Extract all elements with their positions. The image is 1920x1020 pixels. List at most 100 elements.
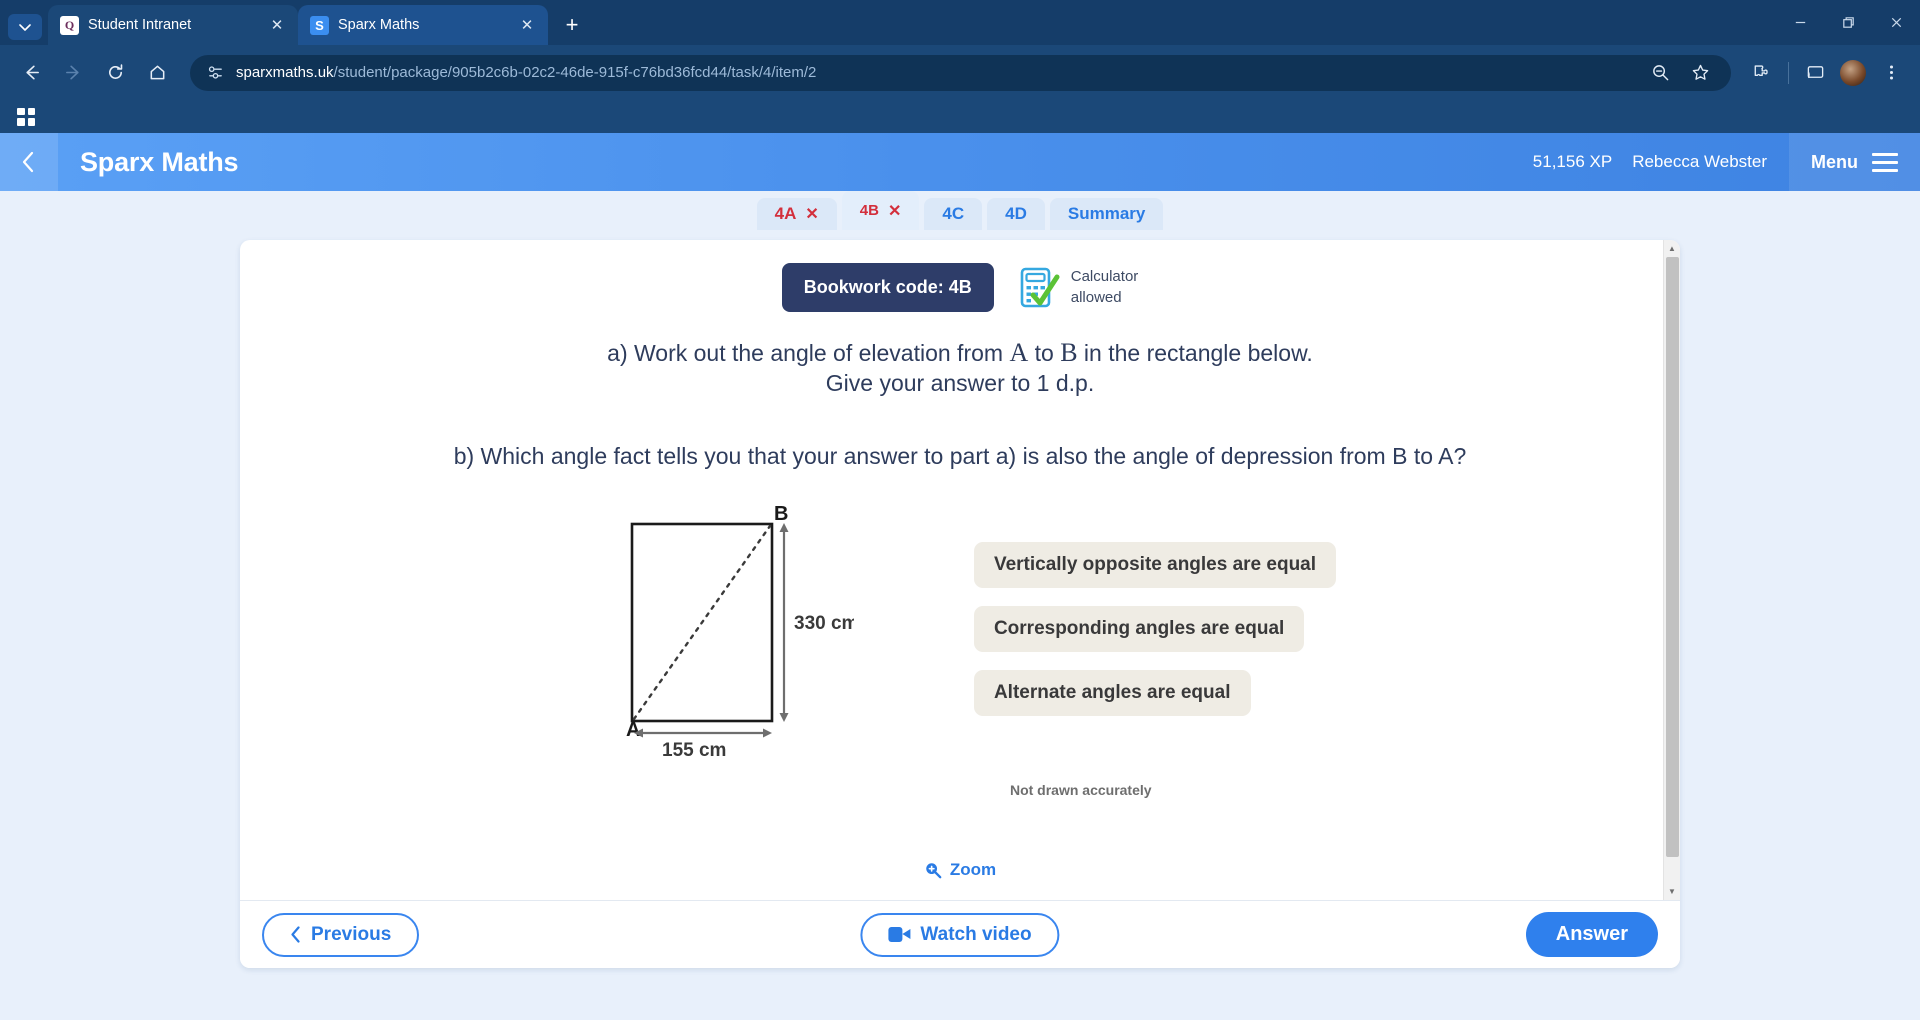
- tab-title: Student Intranet: [88, 17, 192, 33]
- tab-label: Summary: [1067, 204, 1146, 223]
- option-vertically-opposite[interactable]: Vertically opposite angles are equal: [973, 541, 1337, 588]
- previous-button[interactable]: Previous: [262, 912, 420, 957]
- apps-grid-dot: [17, 107, 25, 115]
- calculator-line2: allowed: [1070, 288, 1122, 306]
- calculator-line1: Calculator: [1070, 268, 1139, 286]
- vertical-scrollbar[interactable]: ▲ ▼: [1663, 240, 1680, 900]
- hamburger-icon: [1872, 152, 1898, 172]
- scrollbar-thumb[interactable]: [1666, 257, 1679, 857]
- zoom-label: Zoom: [949, 860, 997, 879]
- svg-text:155 cm: 155 cm: [662, 740, 726, 756]
- app-back-button[interactable]: [0, 133, 58, 191]
- not-drawn-accurately-note: Not drawn accurately: [1009, 781, 1152, 798]
- browser-tab-sparx-maths[interactable]: S Sparx Maths ✕: [298, 5, 548, 45]
- tab-close-icon[interactable]: ✕: [516, 14, 538, 36]
- point-a-label: A: [1009, 338, 1029, 367]
- browser-toolbar: sparxmaths.uk/student/package/905b2c6b-0…: [0, 45, 1920, 100]
- svg-text:B: B: [774, 506, 788, 525]
- sparx-icon: S: [310, 15, 329, 35]
- question-b-text1: b) Which angle fact tells you that your …: [453, 442, 1393, 469]
- calculator-allowed-text: Calculator allowed: [1071, 267, 1139, 308]
- question-tabs: 4A ✕ 4B ✕ 4C 4D Summary: [0, 191, 1920, 230]
- tab-title: Sparx Maths: [338, 17, 420, 33]
- sparx-app: Sparx Maths 51,156 XP Rebecca Webster Me…: [0, 133, 1920, 1020]
- zoom-link[interactable]: Zoom: [240, 860, 1680, 880]
- avatar: [1840, 59, 1866, 86]
- option-alternate[interactable]: Alternate angles are equal: [973, 669, 1251, 716]
- url-text: sparxmaths.uk/student/package/905b2c6b-0…: [236, 64, 816, 81]
- new-tab-button[interactable]: +: [555, 8, 589, 42]
- profile-avatar[interactable]: [1836, 56, 1870, 90]
- toolbar-divider: [1788, 61, 1789, 84]
- minimize-icon[interactable]: [1776, 0, 1824, 45]
- svg-text:A: A: [626, 719, 640, 741]
- extensions-puzzle-icon[interactable]: [1745, 56, 1779, 90]
- wrong-cross-icon: ✕: [805, 206, 819, 223]
- home-icon[interactable]: [138, 54, 176, 92]
- app-header: Sparx Maths 51,156 XP Rebecca Webster Me…: [0, 133, 1920, 191]
- bookwork-code-badge: Bookwork code: 4B: [781, 263, 994, 312]
- search-icon[interactable]: [1643, 56, 1677, 90]
- reload-icon[interactable]: [96, 54, 134, 92]
- window-controls: [1776, 0, 1920, 45]
- diagram-and-options: B A 330 cm 155 cm Vertically opposite an…: [240, 503, 1680, 798]
- watch-video-label: Watch video: [920, 923, 1032, 945]
- restore-icon[interactable]: [1824, 0, 1872, 45]
- previous-label: Previous: [311, 923, 392, 945]
- apps-grid-dot: [27, 107, 35, 115]
- bookwork-row: Bookwork code: 4B Calculator allowed: [240, 263, 1680, 312]
- tab-label: 4D: [1005, 204, 1027, 223]
- apps-grid-dot: [27, 118, 35, 126]
- card-footer: Previous Watch video Answer: [240, 900, 1680, 968]
- apps-grid-icon[interactable]: [14, 105, 38, 129]
- cast-icon[interactable]: [1798, 56, 1832, 90]
- question-b-end: ?: [1453, 442, 1467, 469]
- watch-video-button[interactable]: Watch video: [860, 912, 1060, 957]
- url-path: /student/package/905b2c6b-02c2-46de-915f…: [333, 64, 817, 81]
- address-bar[interactable]: sparxmaths.uk/student/package/905b2c6b-0…: [190, 54, 1731, 91]
- site-settings-icon[interactable]: [204, 62, 226, 84]
- answer-button[interactable]: Answer: [1525, 912, 1658, 957]
- point-b-label: B: [1392, 442, 1408, 469]
- tab-label: 4A: [774, 204, 797, 223]
- question-card: ▲ ▼ Bookwork code: 4B Calculator allowed…: [240, 240, 1680, 968]
- browser-tab-student-intranet[interactable]: Q Student Intranet ✕: [48, 5, 298, 45]
- scroll-up-arrow-icon[interactable]: ▲: [1664, 240, 1680, 257]
- wrong-cross-icon: ✕: [887, 202, 902, 220]
- question-a-to: to: [1028, 340, 1061, 366]
- chevron-down-icon: [19, 24, 31, 31]
- svg-text:330 cm: 330 cm: [794, 613, 854, 634]
- zoom-in-icon: [926, 863, 942, 879]
- tab-close-icon[interactable]: ✕: [266, 14, 288, 36]
- tab-label: 4C: [942, 204, 965, 223]
- shield-icon: Q: [60, 15, 79, 35]
- calculator-allowed-icon: [1020, 267, 1060, 309]
- menu-button[interactable]: Menu: [1789, 133, 1920, 191]
- browser-window: Q Student Intranet ✕ S Sparx Maths ✕ + s…: [0, 0, 1920, 1020]
- point-a-label: A: [1438, 442, 1454, 469]
- question-tab-4c[interactable]: 4C: [924, 198, 983, 230]
- tab-strip: Q Student Intranet ✕ S Sparx Maths ✕ +: [0, 0, 1920, 45]
- tab-search-button[interactable]: [8, 14, 42, 40]
- close-icon[interactable]: [1872, 0, 1920, 45]
- tab-label: 4B: [859, 202, 879, 219]
- question-tab-4a[interactable]: 4A ✕: [756, 198, 837, 230]
- question-b-to: to: [1407, 442, 1439, 469]
- question-tab-4d[interactable]: 4D: [987, 198, 1045, 230]
- point-b-label: B: [1060, 338, 1078, 367]
- answer-options: Vertically opposite angles are equal Cor…: [973, 506, 1337, 798]
- scroll-down-arrow-icon[interactable]: ▼: [1664, 883, 1680, 900]
- question-tab-4b[interactable]: 4B ✕: [841, 191, 920, 230]
- bookmark-star-icon[interactable]: [1683, 56, 1717, 90]
- forward-icon[interactable]: [54, 54, 92, 92]
- question-a-text1: a) Work out the angle of elevation from: [607, 340, 1010, 366]
- question-a-line2: Give your answer to 1 d.p.: [825, 370, 1095, 397]
- question-body: ▲ ▼ Bookwork code: 4B Calculator allowed…: [240, 240, 1680, 900]
- apps-grid-dot: [17, 118, 25, 126]
- omnibox-actions: [1643, 56, 1717, 90]
- question-tab-summary[interactable]: Summary: [1049, 198, 1164, 230]
- back-icon[interactable]: [12, 54, 50, 92]
- more-vertical-icon[interactable]: [1874, 56, 1908, 90]
- menu-label: Menu: [1811, 151, 1858, 172]
- option-corresponding[interactable]: Corresponding angles are equal: [973, 605, 1305, 652]
